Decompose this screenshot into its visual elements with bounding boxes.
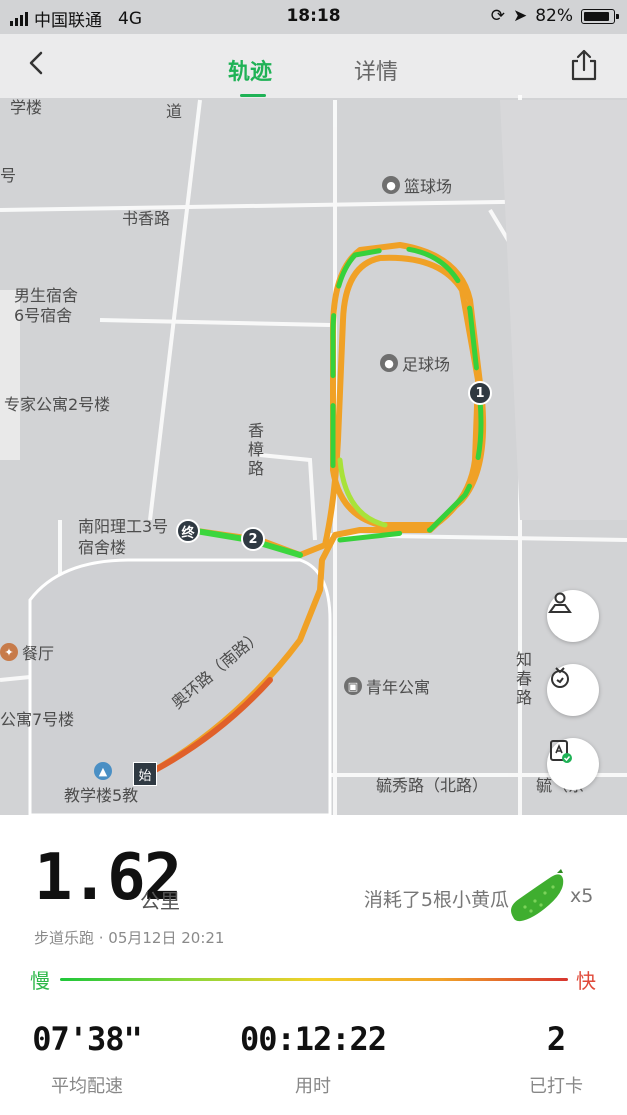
duration-label: 用时 [295,1076,331,1097]
cucumber-icon [511,869,564,922]
stopwatch-icon [551,667,569,688]
stopwatch-button[interactable] [547,664,599,716]
battery-icon [581,8,619,24]
map-label: 道 [166,102,183,121]
map-label: 路 [516,688,533,707]
poi-youth-apartment: ▣ 青年公寓 [344,674,430,698]
checkins-label: 已打卡 [529,1076,583,1097]
map-label: 公寓7号楼 [0,710,75,729]
map-label: 路 [248,459,265,478]
duration-value: 00:12:22 [239,1020,387,1058]
checkin-card-button[interactable] [547,738,599,790]
map-label: 专家公寓2号楼 [4,395,111,414]
back-arrow-icon[interactable] [22,48,52,78]
top-nav: 轨迹 详情 [0,34,627,98]
km-2-marker[interactable]: 2 [241,527,265,551]
map-label: 6号宿舍 [14,306,73,325]
duration-stat: 00:12:22 用时 [233,1020,393,1098]
rotation-lock-icon: ⟳ [490,6,505,26]
map-label: 书香路 [122,209,171,228]
battery-percent: 82% [535,6,573,26]
km-1-marker[interactable]: 1 [468,381,492,405]
poi-football-field: ● 足球场 [380,351,450,375]
pace-gradient-bar [60,978,568,981]
map-label: 宿舍楼 [78,538,127,557]
poi-teaching-building-5: ▲ [94,762,112,780]
fast-pace-label: 快 [576,969,596,993]
building-icon: ▣ [344,677,362,695]
person-map-icon [548,592,572,613]
run-subtitle: 步道乐跑 · 05月12日 20:21 [34,929,225,947]
school-icon: ▲ [94,762,112,780]
calorie-consumption: 消耗了5根小黄瓜 [363,889,509,911]
share-icon[interactable] [569,48,599,82]
slow-pace-label: 慢 [30,969,50,993]
map-label: 号 [0,166,17,185]
start-marker[interactable]: 始 [133,762,157,786]
map-label: 毓秀路（北路） [376,776,489,795]
cucumber-count: x5 [570,885,594,907]
avg-pace-value: 07'38" [32,1020,143,1058]
avg-pace-stat: 07'38" 平均配速 [7,1020,167,1098]
map-label: 教学楼5教 [64,786,139,805]
poi-restaurant: ✦ 餐厅 [0,640,54,664]
sports-icon: ● [380,354,398,372]
tab-details[interactable]: 详情 [354,54,398,86]
checkin-card-icon [550,740,572,763]
active-tab-indicator [240,94,266,97]
poi-basketball-court: ● 篮球场 [382,173,452,197]
tab-track[interactable]: 轨迹 [228,54,272,86]
end-marker[interactable]: 终 [176,519,200,543]
person-map-button[interactable] [547,590,599,642]
avg-pace-label: 平均配速 [51,1076,123,1097]
checkins-value: 2 [546,1020,566,1058]
checkins-stat: 2 已打卡 [476,1020,627,1098]
distance-unit: 公里 [140,889,180,913]
location-arrow-icon: ➤ [512,6,528,26]
status-bar: 中国联通 4G 18:18 ⟳ ➤ 82% [0,0,627,34]
run-track-map[interactable]: 学楼 号 书香路 ● 篮球场 男生宿舍 6号宿舍 ● 足球场 专家公寓2号楼 香… [0,0,627,815]
sports-icon: ● [382,176,400,194]
restaurant-icon: ✦ [0,643,18,661]
run-summary-panel: 1.62 公里 步道乐跑 · 05月12日 20:21 消耗了5根小黄瓜 x5 … [0,815,627,1115]
